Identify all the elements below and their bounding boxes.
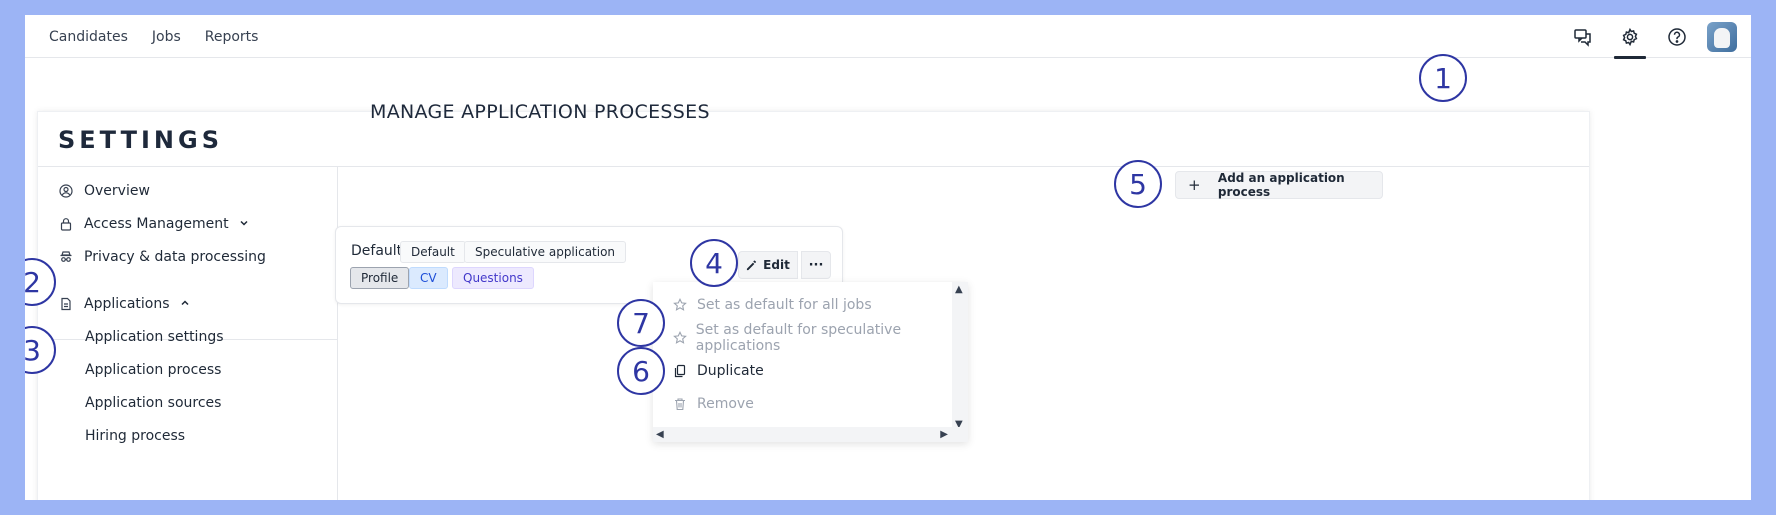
scroll-left-icon[interactable]: ◀ <box>656 429 664 440</box>
sidebar-subitem-application-process[interactable]: Application process <box>85 358 221 382</box>
pencil-icon <box>747 260 757 270</box>
copy-icon <box>673 364 689 378</box>
spy-icon <box>58 249 74 265</box>
star-icon <box>673 298 689 312</box>
top-bar: Candidates Jobs Reports <box>25 15 1751 59</box>
sidebar-item-label: Applications <box>84 296 170 312</box>
scroll-right-icon[interactable]: ▶ <box>940 429 948 440</box>
sidebar-item-label: Access Management <box>84 216 229 232</box>
menu-item-default-speculative[interactable]: Set as default for speculative applicati… <box>673 322 968 354</box>
horizontal-scrollbar[interactable]: ◀ ▶ <box>653 427 968 442</box>
tag-default: Default <box>400 241 466 263</box>
app-window: Candidates Jobs Reports SETTINGS Overvie… <box>25 15 1751 500</box>
annotation-badge-7: 7 <box>617 299 665 347</box>
chevron-up-icon <box>180 296 190 312</box>
edit-button[interactable]: Edit <box>738 251 798 279</box>
annotation-badge-4: 4 <box>690 239 738 287</box>
page-title: SETTINGS <box>58 126 223 154</box>
process-actions-menu: Set as default for all jobs Set as defau… <box>653 282 968 442</box>
trash-icon <box>673 397 689 411</box>
user-circle-icon <box>58 183 74 199</box>
plus-icon: + <box>1188 176 1201 194</box>
process-name: Default <box>351 243 403 259</box>
more-options-button[interactable]: ··· <box>801 251 831 279</box>
help-icon[interactable] <box>1659 19 1695 55</box>
annotation-badge-5: 5 <box>1114 160 1162 208</box>
sidebar-item-label: Overview <box>84 183 150 199</box>
add-application-process-button[interactable]: + Add an application process <box>1175 171 1383 199</box>
top-icons <box>1554 15 1737 59</box>
user-avatar[interactable] <box>1707 21 1737 52</box>
menu-item-default-all-jobs[interactable]: Set as default for all jobs <box>673 293 872 317</box>
tag-speculative: Speculative application <box>464 241 627 263</box>
main-nav: Candidates Jobs Reports <box>49 15 258 58</box>
tag-questions: Questions <box>452 267 534 289</box>
sidebar-subitem-hiring-process[interactable]: Hiring process <box>85 424 185 448</box>
lock-icon <box>58 216 74 232</box>
gear-icon[interactable] <box>1612 19 1648 59</box>
nav-jobs[interactable]: Jobs <box>152 29 181 45</box>
tag-cv: CV <box>409 267 448 289</box>
sidebar-item-label: Privacy & data processing <box>84 249 266 265</box>
sidebar-subitem-application-sources[interactable]: Application sources <box>85 391 221 415</box>
menu-item-remove[interactable]: Remove <box>673 392 754 416</box>
sidebar-item-overview[interactable]: Overview <box>58 179 150 203</box>
vertical-scrollbar[interactable]: ▲ ▼ <box>952 282 968 432</box>
sidebar-item-applications[interactable]: Applications <box>58 292 190 316</box>
scroll-up-icon[interactable]: ▲ <box>955 284 963 295</box>
annotation-badge-6: 6 <box>617 347 665 395</box>
chat-icon[interactable] <box>1565 19 1601 55</box>
section-title: MANAGE APPLICATION PROCESSES <box>370 101 710 123</box>
menu-item-duplicate[interactable]: Duplicate <box>673 359 764 383</box>
document-icon <box>58 296 74 312</box>
chevron-down-icon <box>239 216 249 232</box>
settings-sidebar: Overview Access Management Privacy & dat… <box>38 167 338 500</box>
nav-reports[interactable]: Reports <box>205 29 259 45</box>
sidebar-subitem-application-settings[interactable]: Application settings <box>85 325 224 349</box>
sidebar-item-privacy[interactable]: Privacy & data processing <box>58 245 266 269</box>
tag-profile: Profile <box>350 267 410 289</box>
nav-candidates[interactable]: Candidates <box>49 29 128 45</box>
sidebar-item-access-management[interactable]: Access Management <box>58 212 249 236</box>
annotation-badge-1: 1 <box>1419 54 1467 102</box>
star-icon <box>673 331 688 345</box>
